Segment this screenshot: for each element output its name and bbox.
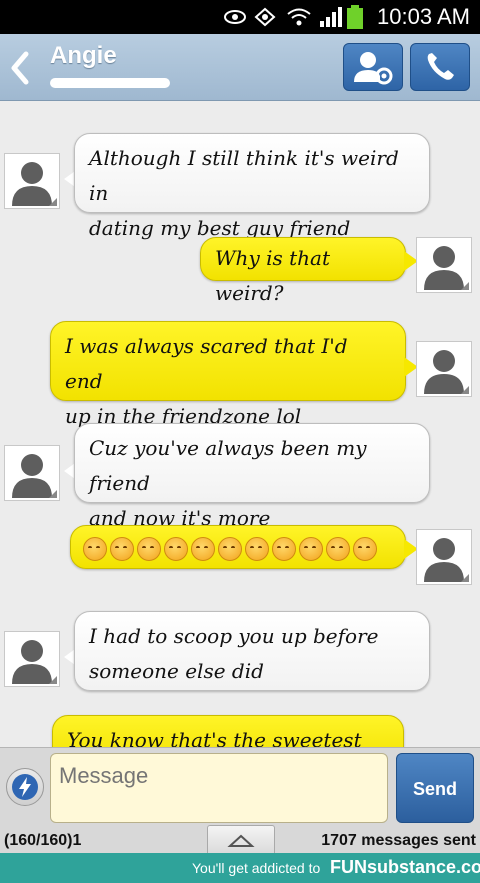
battery-icon [347, 5, 363, 29]
blushing-smiley-emoji [110, 536, 134, 561]
footer-brand: FUNsubstance.com [330, 857, 480, 877]
blushing-smiley-emoji [191, 536, 215, 561]
redacted-phone-number [50, 78, 170, 88]
back-chevron-icon[interactable] [6, 48, 34, 88]
character-counter: (160/160)1 [4, 832, 82, 849]
footer-tagline: You'll get addicted to [192, 860, 321, 876]
outgoing-message-bubble[interactable]: I was always scared that I'd end up in t… [50, 321, 406, 428]
incoming-message-bubble[interactable]: Although I still think it's weird in dat… [74, 133, 430, 240]
attach-button[interactable] [6, 768, 44, 806]
message-input[interactable] [57, 760, 381, 792]
blushing-smiley-emoji [299, 536, 323, 561]
watermark-footer: You'll get addicted to FUNsubstance.com [0, 853, 480, 883]
conversation-header: Angie [0, 34, 480, 101]
send-button[interactable]: Send [396, 753, 474, 823]
contact-name: Angie [50, 42, 117, 69]
outgoing-emoji-bubble[interactable] [70, 525, 406, 569]
status-time: 10:03 AM [377, 4, 470, 29]
sync-icon [254, 7, 276, 27]
person-silhouette-icon [12, 640, 57, 684]
person-silhouette-icon [424, 538, 469, 582]
blushing-smiley-emoji [83, 536, 107, 561]
contact-avatar[interactable] [4, 445, 60, 501]
wifi-icon [287, 8, 311, 26]
contact-avatar[interactable] [4, 153, 60, 209]
message-input-box[interactable] [50, 753, 388, 823]
message-text-line: Why is that weird? [215, 246, 330, 305]
messages-sent-count: 1707 messages sent [321, 832, 476, 849]
message-text-line: I had to scoop you up before [89, 624, 379, 648]
eye-icon [224, 10, 246, 24]
my-avatar[interactable] [416, 341, 472, 397]
incoming-message-bubble[interactable]: I had to scoop you up before someone els… [74, 611, 430, 691]
phone-icon [427, 53, 454, 80]
message-text-line: Cuz you've always been my friend [89, 436, 367, 495]
contact-avatar[interactable] [4, 631, 60, 687]
person-silhouette-icon [12, 454, 57, 498]
message-text-line: Although I still think it's weird in [89, 146, 399, 205]
message-thread[interactable]: Although I still think it's weird in dat… [0, 101, 480, 747]
my-avatar[interactable] [416, 237, 472, 293]
blushing-smiley-emoji [164, 536, 188, 561]
chevron-up-icon [227, 834, 255, 847]
blushing-smiley-emoji [272, 536, 296, 561]
person-silhouette-icon [424, 350, 469, 394]
blushing-smiley-emoji [326, 536, 350, 561]
contact-settings-button[interactable] [343, 43, 403, 91]
my-avatar[interactable] [416, 529, 472, 585]
message-text-line: I was always scared that I'd end [65, 334, 348, 393]
person-silhouette-icon [424, 246, 469, 290]
signal-icon [320, 7, 342, 27]
outgoing-message-bubble[interactable]: Why is that weird? [200, 237, 406, 305]
blushing-smiley-emoji [245, 536, 269, 561]
blushing-smiley-emoji [353, 536, 377, 561]
message-text-line: You know that's the sweetest thing [67, 728, 362, 747]
lightning-bolt-icon [12, 774, 38, 800]
blushing-smiley-emoji [218, 536, 242, 561]
blushing-smiley-emoji [137, 536, 161, 561]
expand-button[interactable] [207, 825, 275, 854]
message-text-line: someone else did [89, 659, 264, 683]
outgoing-message-bubble[interactable]: You know that's the sweetest thing [52, 715, 404, 747]
contact-settings-icon [354, 52, 393, 85]
status-bar: 10:03 AM [0, 0, 480, 34]
incoming-message-bubble[interactable]: Cuz you've always been my friend and now… [74, 423, 430, 530]
call-button[interactable] [410, 43, 470, 91]
composer-bar: Send (160/160)1 1707 messages sent [0, 747, 480, 854]
person-silhouette-icon [12, 162, 57, 206]
